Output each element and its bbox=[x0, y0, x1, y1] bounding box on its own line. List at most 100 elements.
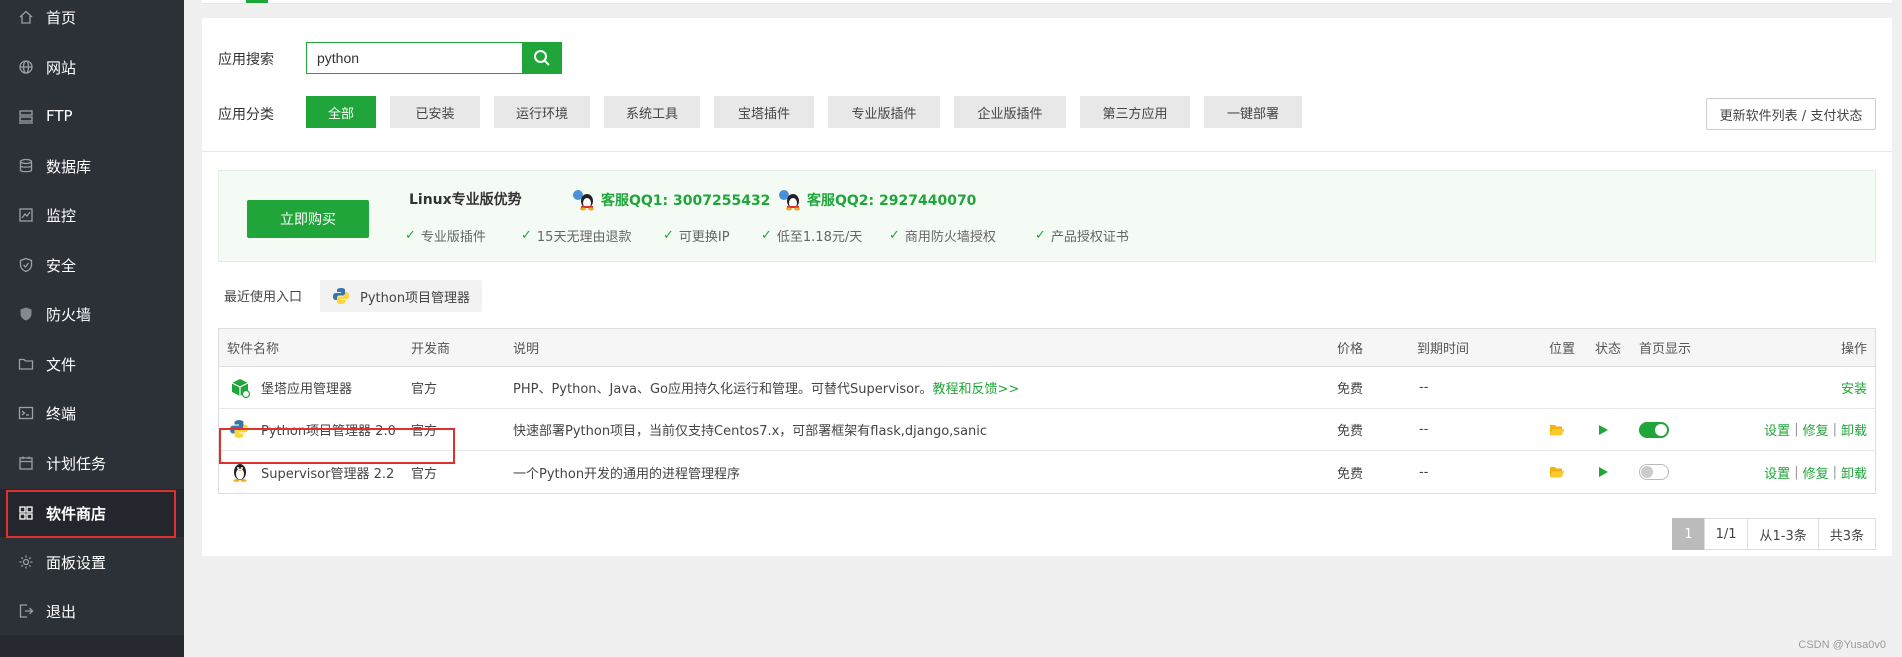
separator: | bbox=[1832, 422, 1837, 437]
check-icon: ✓ bbox=[663, 228, 674, 243]
settings-link[interactable]: 设置 bbox=[1764, 463, 1790, 482]
sidebar-item-security[interactable]: 安全 bbox=[0, 241, 184, 289]
col-homepage-header: 首页显示 bbox=[1639, 342, 1692, 357]
promo-feature: ✓ 低至1.18元/天 bbox=[761, 226, 862, 245]
col-location-header: 位置 bbox=[1549, 342, 1576, 357]
status-cell bbox=[1597, 451, 1609, 493]
category-bt-plugins-button[interactable]: 宝塔插件 bbox=[714, 96, 814, 128]
repair-link[interactable]: 修复 bbox=[1803, 463, 1829, 482]
repair-link[interactable]: 修复 bbox=[1803, 420, 1829, 439]
sidebar-item-terminal[interactable]: 终端 bbox=[0, 389, 184, 437]
firewall-shield-icon bbox=[18, 306, 34, 322]
col-expire-header: 到期时间 bbox=[1417, 342, 1470, 357]
page-current[interactable]: 1 bbox=[1672, 518, 1705, 550]
uninstall-link[interactable]: 卸载 bbox=[1841, 420, 1867, 439]
sidebar-item-cron[interactable]: 计划任务 bbox=[0, 439, 184, 487]
recent-entry-python-manager[interactable]: Python项目管理器 bbox=[320, 280, 482, 312]
sidebar-item-firewall[interactable]: 防火墙 bbox=[0, 290, 184, 338]
play-icon[interactable] bbox=[1597, 424, 1609, 436]
status-cell bbox=[1597, 409, 1609, 450]
buy-now-button[interactable]: 立即购买 bbox=[247, 200, 369, 238]
category-all-button[interactable]: 全部 bbox=[306, 96, 376, 128]
globe-icon bbox=[18, 59, 34, 75]
recent-entries-label: 最近使用入口 bbox=[224, 290, 303, 305]
divider bbox=[202, 151, 1892, 152]
qq1-contact[interactable]: 客服QQ1: 3007255432 bbox=[571, 189, 770, 211]
page-count: 1/1 bbox=[1703, 518, 1749, 550]
tutorial-feedback-link[interactable]: 教程和反馈>> bbox=[932, 378, 1019, 397]
home-icon bbox=[18, 9, 34, 25]
software-table: 软件名称 开发商 说明 价格 到期时间 位置 状态 首页显示 操作 堡塔应用管理… bbox=[218, 328, 1876, 494]
sidebar-item-database[interactable]: 数据库 bbox=[0, 142, 184, 190]
sidebar-item-home[interactable]: 首页 bbox=[0, 0, 184, 41]
pagination: 1 1/1 从1-3条 共3条 bbox=[1672, 518, 1876, 550]
page-range: 从1-3条 bbox=[1747, 518, 1819, 550]
category-system-tools-button[interactable]: 系统工具 bbox=[604, 96, 700, 128]
check-icon: ✓ bbox=[889, 228, 900, 243]
app-name-cell: Supervisor管理器 2.2 bbox=[229, 451, 394, 493]
sidebar-item-label: 网站 bbox=[46, 58, 77, 77]
category-third-party-button[interactable]: 第三方应用 bbox=[1080, 96, 1190, 128]
search-icon bbox=[534, 50, 550, 66]
search-button[interactable] bbox=[522, 42, 562, 74]
open-folder-icon[interactable] bbox=[1549, 423, 1565, 437]
logout-icon bbox=[18, 603, 34, 619]
sidebar-item-website[interactable]: 网站 bbox=[0, 43, 184, 91]
homepage-display-toggle[interactable] bbox=[1639, 464, 1669, 480]
sidebar-item-monitor[interactable]: 监控 bbox=[0, 191, 184, 239]
qq2-text: 客服QQ2: 2927440070 bbox=[807, 193, 977, 209]
expire-cell: -- bbox=[1419, 464, 1429, 480]
main-content: 应用搜索 应用分类 全部 已安装 运行环境 系统工具 宝塔插件 专业版插件 企业… bbox=[184, 0, 1902, 657]
python-icon bbox=[229, 419, 251, 441]
col-developer-header: 开发商 bbox=[411, 342, 451, 357]
database-icon bbox=[18, 158, 34, 174]
separator: | bbox=[1794, 422, 1799, 437]
settings-link[interactable]: 设置 bbox=[1764, 420, 1790, 439]
table-row: Supervisor管理器 2.2 官方 一个Python开发的通用的进程管理程… bbox=[219, 451, 1875, 493]
check-icon: ✓ bbox=[405, 228, 416, 243]
sidebar-item-label: 首页 bbox=[46, 8, 77, 27]
qq2-contact[interactable]: 客服QQ2: 2927440070 bbox=[777, 189, 976, 211]
expire-cell: -- bbox=[1419, 422, 1429, 437]
location-cell bbox=[1549, 451, 1565, 493]
category-installed-button[interactable]: 已安装 bbox=[390, 96, 480, 128]
check-icon: ✓ bbox=[521, 228, 532, 243]
sidebar-item-files[interactable]: 文件 bbox=[0, 340, 184, 388]
sidebar-item-ftp[interactable]: FTP bbox=[0, 92, 184, 140]
promo-feature: ✓ 可更换IP bbox=[663, 226, 730, 245]
col-price-header: 价格 bbox=[1337, 342, 1364, 357]
toggle-knob bbox=[1641, 466, 1653, 478]
qq-penguin-icon bbox=[573, 190, 594, 211]
feature-text: 专业版插件 bbox=[420, 230, 486, 245]
app-name-cell: Python项目管理器 2.0 bbox=[229, 409, 396, 450]
category-one-click-deploy-button[interactable]: 一键部署 bbox=[1204, 96, 1302, 128]
homepage-display-cell bbox=[1639, 409, 1669, 450]
homepage-display-cell bbox=[1639, 451, 1669, 493]
category-runtime-button[interactable]: 运行环境 bbox=[494, 96, 590, 128]
sidebar-item-label: 监控 bbox=[46, 206, 77, 225]
calendar-icon bbox=[18, 455, 34, 471]
col-description-header: 说明 bbox=[513, 342, 540, 357]
sidebar-item-logout[interactable]: 退出 bbox=[0, 587, 184, 635]
uninstall-link[interactable]: 卸载 bbox=[1841, 463, 1867, 482]
col-actions-header: 操作 bbox=[1840, 342, 1867, 357]
shield-check-icon bbox=[18, 257, 34, 273]
python-icon bbox=[333, 288, 349, 304]
sidebar-footer bbox=[0, 635, 184, 657]
sidebar-item-panel-settings[interactable]: 面板设置 bbox=[0, 538, 184, 586]
app-name: Supervisor管理器 2.2 bbox=[261, 466, 395, 482]
play-icon[interactable] bbox=[1597, 466, 1609, 478]
update-software-list-button[interactable]: 更新软件列表 / 支付状态 bbox=[1706, 98, 1876, 130]
sidebar-item-label: 终端 bbox=[46, 404, 77, 423]
homepage-display-toggle[interactable] bbox=[1639, 421, 1669, 438]
open-folder-icon[interactable] bbox=[1549, 465, 1565, 479]
toggle-knob bbox=[1655, 423, 1667, 436]
category-enterprise-plugins-button[interactable]: 企业版插件 bbox=[954, 96, 1066, 128]
top-tab-strip bbox=[202, 0, 1892, 4]
install-button[interactable]: 安装 bbox=[1841, 378, 1867, 397]
search-input[interactable] bbox=[307, 43, 522, 73]
qq1-text: 客服QQ1: 3007255432 bbox=[601, 193, 771, 209]
actions-cell: 设置 | 修复 | 卸载 bbox=[1764, 409, 1867, 450]
app-name: Python项目管理器 2.0 bbox=[261, 424, 396, 439]
category-pro-plugins-button[interactable]: 专业版插件 bbox=[828, 96, 940, 128]
